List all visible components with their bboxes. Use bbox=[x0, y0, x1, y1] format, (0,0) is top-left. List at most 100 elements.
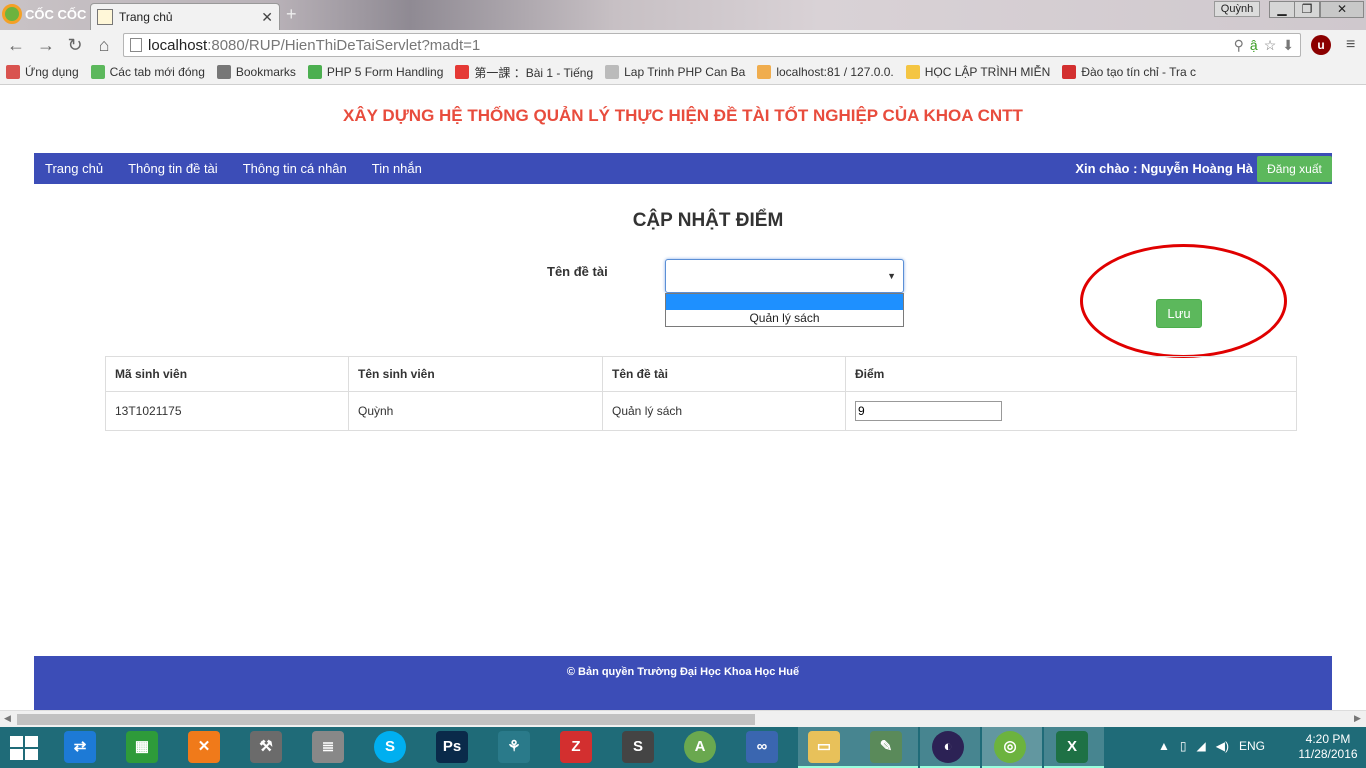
bookmark-item[interactable]: 第一課 ：Bài 1 - Tiếng bbox=[455, 64, 593, 81]
browser-tab[interactable]: Trang chủ ✕ bbox=[90, 3, 280, 30]
filezilla-icon[interactable]: Z bbox=[560, 731, 592, 763]
window-user-badge[interactable]: Quỳnh bbox=[1214, 1, 1260, 17]
system-tray: ▲ ▯ ◢ ◀) ENG bbox=[1158, 739, 1265, 753]
clock-date: 11/28/2016 bbox=[1298, 747, 1358, 761]
bookmark-favicon-icon bbox=[455, 65, 470, 79]
bookmark-item[interactable]: Đào tạo tín chỉ - Tra c bbox=[1062, 65, 1196, 79]
table-row: 13T1021175 Quỳnh Quản lý sách bbox=[105, 391, 1297, 431]
bookmark-favicon-icon bbox=[307, 65, 322, 79]
url-path: :8080/RUP/HienThiDeTaiServlet?madt=1 bbox=[207, 36, 481, 54]
bookmark-item[interactable]: Lap Trinh PHP Can Ba bbox=[605, 65, 745, 79]
bookmark-label: HỌC LẬP TRÌNH MIỄN bbox=[924, 65, 1051, 79]
android-studio-icon[interactable]: A bbox=[684, 731, 716, 763]
topic-select[interactable]: ▼ bbox=[665, 259, 904, 293]
photoshop-icon[interactable]: Ps bbox=[436, 731, 468, 763]
bookmark-label: PHP 5 Form Handling bbox=[326, 65, 444, 79]
coccoc-logo-icon bbox=[2, 4, 22, 24]
windows-start-icon[interactable] bbox=[10, 736, 38, 760]
footer-copyright: © Bản quyền Trường Đại Học Khoa Học Huế bbox=[566, 666, 800, 678]
address-bar[interactable]: localhost:8080/RUP/HienThiDeTaiServlet?m… bbox=[123, 33, 1301, 57]
scrollbar-thumb[interactable] bbox=[17, 714, 755, 725]
system-clock[interactable]: 4:20 PM 11/28/2016 bbox=[1295, 732, 1361, 762]
score-input[interactable] bbox=[855, 401, 1002, 421]
dropdown-arrow-icon: ▼ bbox=[887, 271, 896, 281]
url-text[interactable]: localhost:8080/RUP/HienThiDeTaiServlet?m… bbox=[148, 37, 1228, 54]
bookmark-label: localhost:81 / 127.0.0. bbox=[776, 65, 894, 79]
grade-table: Mã sinh viên Tên sinh viên Tên đề tài Đi… bbox=[105, 356, 1297, 431]
bookmark-label: Bookmarks bbox=[235, 65, 296, 79]
store-icon[interactable]: ▦ bbox=[126, 731, 158, 763]
tab-close-icon[interactable]: ✕ bbox=[261, 9, 273, 26]
infinity-app-icon[interactable]: ∞ bbox=[746, 731, 778, 763]
window-minimize-button[interactable]: ▁ bbox=[1269, 1, 1295, 18]
forward-arrow-icon[interactable]: → bbox=[36, 35, 56, 55]
save-button[interactable]: Lưu bbox=[1156, 299, 1202, 328]
sublime-text-icon[interactable]: S bbox=[622, 731, 654, 763]
col-score: Điểm bbox=[845, 356, 1297, 392]
col-topic: Tên đề tài bbox=[602, 356, 846, 392]
bookmark-label: 第一課 ：Bài 1 - Tiếng bbox=[474, 65, 594, 80]
bookmark-item[interactable]: localhost:81 / 127.0.0. bbox=[757, 65, 894, 79]
volume-icon[interactable]: ◀) bbox=[1216, 739, 1229, 753]
main-navbar: Trang chủ Thông tin đề tài Thông tin cá … bbox=[34, 153, 1332, 184]
download-icon[interactable]: ⬇ bbox=[1282, 37, 1294, 54]
table-header-row: Mã sinh viên Tên sinh viên Tên đề tài Đi… bbox=[105, 356, 1297, 392]
skype-icon[interactable]: S bbox=[374, 731, 406, 763]
cell-score bbox=[845, 391, 1297, 431]
nav-topic-info[interactable]: Thông tin đề tài bbox=[128, 161, 218, 176]
bookmark-label: Lap Trinh PHP Can Ba bbox=[624, 65, 746, 79]
page-viewport: XÂY DỰNG HỆ THỐNG QUẢN LÝ THỰC HIỆN ĐỀ T… bbox=[0, 86, 1366, 710]
language-indicator[interactable]: ENG bbox=[1239, 739, 1265, 753]
browser-brand[interactable]: CỐC CỐC bbox=[2, 3, 88, 25]
cell-student-name: Quỳnh bbox=[348, 391, 603, 431]
cell-topic: Quản lý sách bbox=[602, 391, 846, 431]
site-footer: © Bản quyền Trường Đại Học Khoa Học Huế bbox=[34, 656, 1332, 710]
file-explorer-icon[interactable]: ▭ bbox=[808, 731, 840, 763]
xampp-icon[interactable]: ✕ bbox=[188, 731, 220, 763]
bookmark-item[interactable]: Các tab mới đóng bbox=[90, 65, 205, 79]
tab-title: Trang chủ bbox=[119, 10, 173, 24]
new-tab-button[interactable]: + bbox=[286, 5, 308, 24]
col-student-name: Tên sinh viên bbox=[348, 356, 603, 392]
excel-icon[interactable]: X bbox=[1056, 731, 1088, 763]
battery-icon[interactable]: ▯ bbox=[1180, 739, 1187, 753]
bookmark-item[interactable]: PHP 5 Form Handling bbox=[307, 65, 444, 79]
teamviewer-icon[interactable]: ⇄ bbox=[64, 731, 96, 763]
dropdown-option-empty[interactable] bbox=[666, 294, 903, 310]
wifi-signal-icon[interactable]: ◢ bbox=[1197, 739, 1206, 753]
eclipse-icon[interactable]: ◐ bbox=[932, 731, 964, 763]
reload-icon[interactable]: ↻ bbox=[65, 35, 85, 55]
database-icon[interactable]: ≣ bbox=[312, 731, 344, 763]
bookmark-item[interactable]: HỌC LẬP TRÌNH MIỄN bbox=[905, 65, 1051, 79]
home-icon[interactable]: ⌂ bbox=[94, 35, 114, 55]
window-maximize-button[interactable]: ❐ bbox=[1294, 1, 1320, 18]
zoom-icon[interactable]: ⚲ bbox=[1234, 37, 1244, 54]
window-close-button[interactable]: ✕ bbox=[1320, 1, 1364, 18]
nav-messages[interactable]: Tin nhắn bbox=[372, 161, 422, 176]
browser-menu-icon[interactable]: ≡ bbox=[1346, 36, 1355, 54]
scroll-left-arrow-icon[interactable]: ◀ bbox=[4, 713, 11, 724]
bookmark-favicon-icon bbox=[905, 65, 920, 79]
scroll-right-arrow-icon[interactable]: ▶ bbox=[1354, 713, 1361, 724]
user-greeting: Xin chào : Nguyễn Hoàng Hà bbox=[1075, 161, 1253, 176]
topic-dropdown-list: Quản lý sách bbox=[665, 293, 904, 327]
coccoc-browser-icon[interactable]: ◎ bbox=[994, 731, 1026, 763]
nav-home[interactable]: Trang chủ bbox=[45, 161, 103, 176]
site-title: XÂY DỰNG HỆ THỐNG QUẢN LÝ THỰC HIỆN ĐỀ T… bbox=[343, 106, 1023, 125]
bookmark-item[interactable]: Bookmarks bbox=[216, 65, 296, 79]
notepad-plus-icon[interactable]: ✎ bbox=[870, 731, 902, 763]
back-arrow-icon[interactable]: ← bbox=[6, 35, 26, 55]
coccoc-spell-icon[interactable]: ậ bbox=[1250, 37, 1258, 54]
sourcetree-icon[interactable]: ⚘ bbox=[498, 731, 530, 763]
nav-personal-info[interactable]: Thông tin cá nhân bbox=[243, 161, 347, 176]
dropdown-option-quan-ly-sach[interactable]: Quản lý sách bbox=[666, 310, 903, 326]
bookmark-item[interactable]: Ứng dụng bbox=[6, 65, 79, 79]
logout-button[interactable]: Đăng xuất bbox=[1257, 156, 1332, 182]
tools-icon[interactable]: ⚒ bbox=[250, 731, 282, 763]
url-host: localhost bbox=[148, 36, 208, 54]
bookmark-star-icon[interactable]: ☆ bbox=[1264, 37, 1277, 54]
ublock-extension-icon[interactable]: u bbox=[1311, 35, 1331, 55]
bookmark-label: Đào tạo tín chỉ - Tra c bbox=[1081, 65, 1197, 79]
horizontal-scrollbar[interactable]: ◀ ▶ bbox=[0, 710, 1366, 727]
tray-expand-icon[interactable]: ▲ bbox=[1158, 739, 1170, 753]
